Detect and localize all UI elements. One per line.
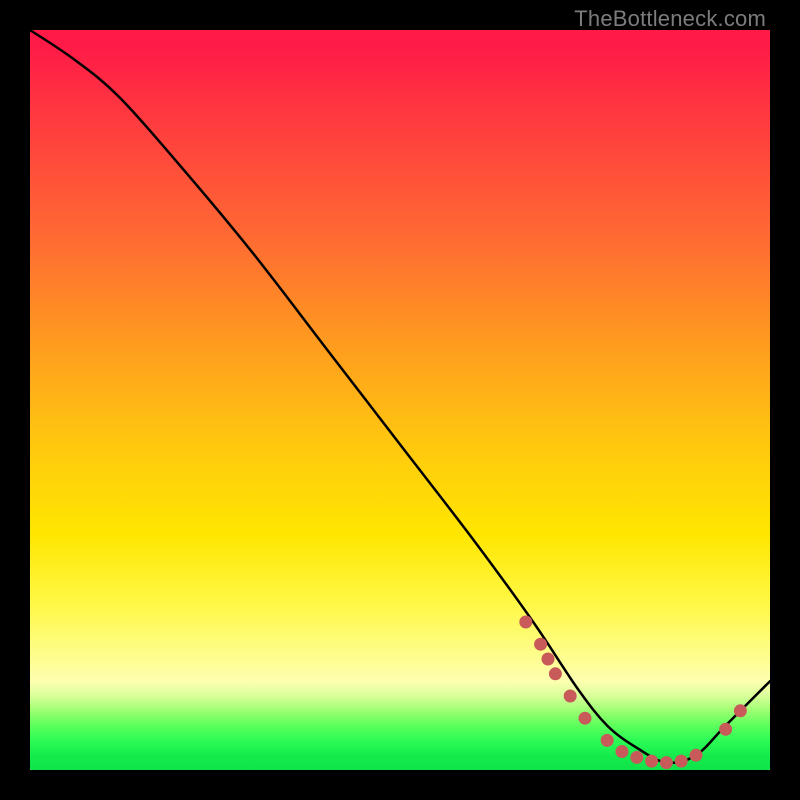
marker-dot [734,704,747,717]
marker-dot [616,745,629,758]
curve-line [30,30,770,763]
chart-svg [30,30,770,770]
curve-path [30,30,770,763]
marker-dot [645,755,658,768]
marker-dot [564,690,577,703]
marker-dot [601,734,614,747]
marker-dot [534,638,547,651]
marker-dot [549,667,562,680]
marker-dot [719,723,732,736]
marker-dot [690,749,703,762]
plot-area [30,30,770,770]
credit-text: TheBottleneck.com [574,6,766,32]
marker-dot [579,712,592,725]
marker-dot [660,756,673,769]
marker-dot [630,751,643,764]
marker-dot [519,616,532,629]
marker-dot [675,755,688,768]
marker-dot [542,653,555,666]
chart-container: TheBottleneck.com [0,0,800,800]
